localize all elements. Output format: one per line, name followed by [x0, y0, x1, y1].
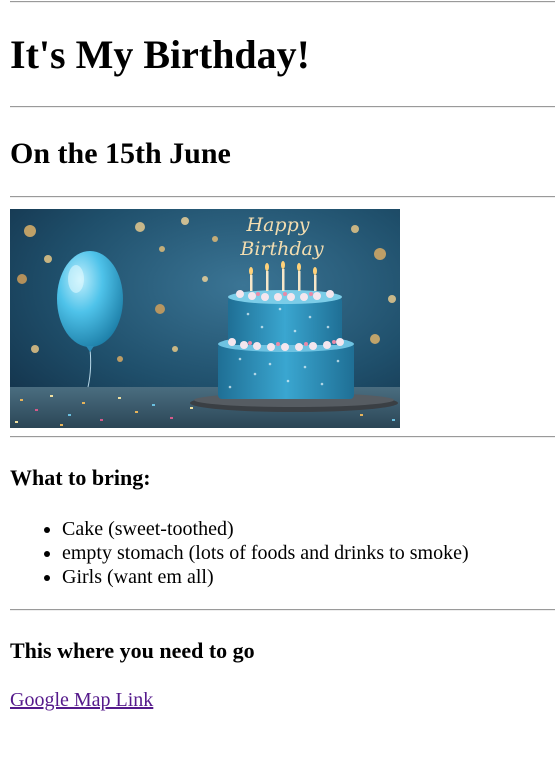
- date-heading: On the 15th June: [10, 137, 231, 170]
- cake-topper-line2: Birthday: [239, 238, 323, 260]
- list-item: Girls (want em all): [62, 565, 469, 589]
- date-divider: [10, 196, 555, 198]
- birthday-cake-image: Happy Birthday: [10, 209, 400, 428]
- title-divider: [10, 106, 555, 108]
- list-item: Cake (sweet-toothed): [62, 517, 469, 541]
- location-heading: This where you need to go: [10, 638, 255, 663]
- bring-heading: What to bring:: [10, 465, 151, 490]
- top-divider: [10, 1, 555, 3]
- bring-list: Cake (sweet-toothed) empty stomach (lots…: [10, 517, 469, 589]
- cake-topper-line1: Happy: [246, 214, 310, 236]
- page-title: It's My Birthday!: [10, 32, 310, 77]
- image-divider: [10, 436, 555, 438]
- list-item: empty stomach (lots of foods and drinks …: [62, 541, 469, 565]
- google-map-link[interactable]: Google Map Link: [10, 688, 153, 712]
- list-divider: [10, 609, 555, 611]
